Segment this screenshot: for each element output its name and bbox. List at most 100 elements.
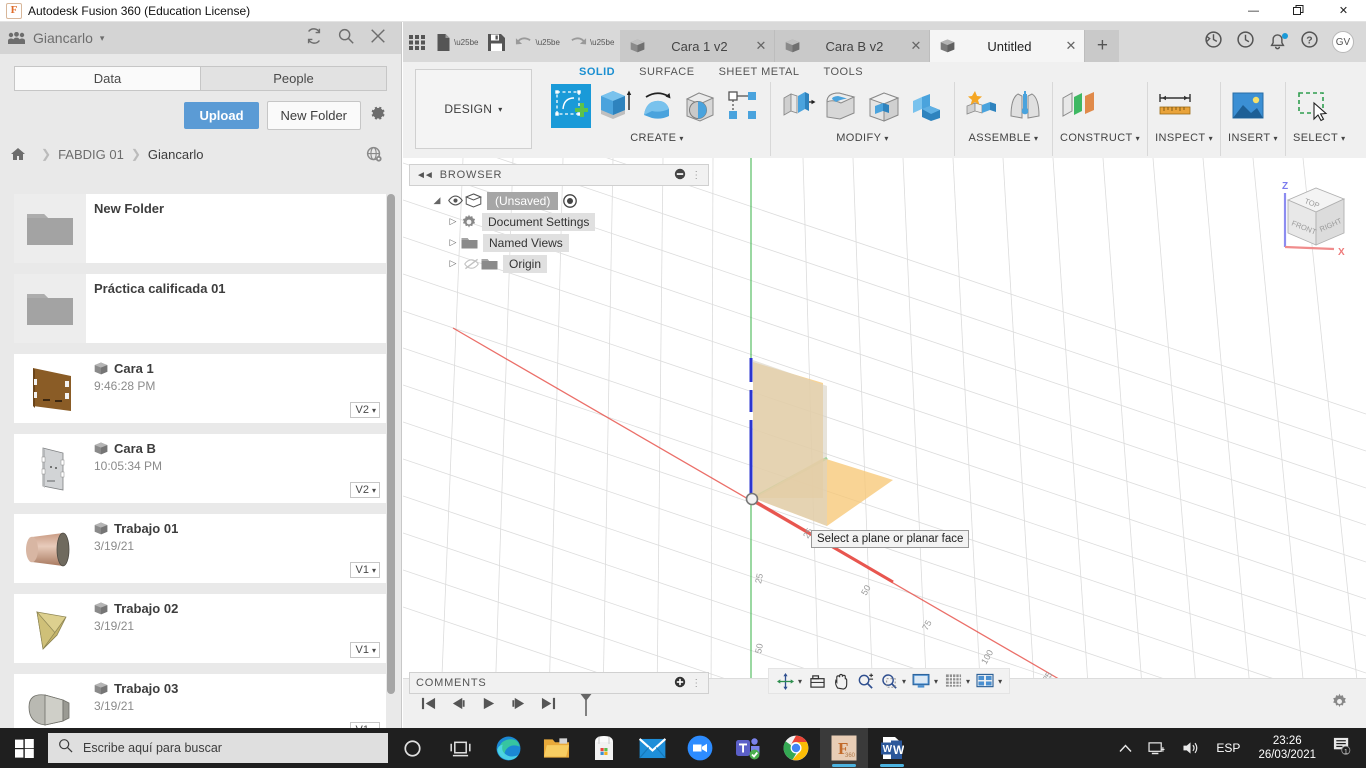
visibility-eye-icon[interactable] [445,195,465,206]
notification-center-icon[interactable]: 1 [1326,736,1362,760]
minimize-button[interactable]: — [1231,0,1276,22]
data-panel-scrollbar[interactable] [387,194,395,728]
start-button-icon[interactable] [0,728,48,768]
tray-clock[interactable]: 23:26 26/03/2021 [1248,734,1326,762]
zoom-icon[interactable] [854,670,876,692]
help-icon[interactable]: ? [1300,30,1319,54]
app-fusion360-icon[interactable]: F 360 [820,728,868,768]
offset-plane-icon[interactable] [1060,84,1100,128]
ribbon-tab-solid[interactable]: SOLID [567,66,627,78]
close-icon[interactable]: ✕ [1066,38,1077,54]
new-component-icon[interactable] [962,84,1002,128]
ribbon-group-label-modify[interactable]: MODIFY ▾ [778,132,947,144]
shell-icon[interactable] [864,84,904,128]
fillet-icon[interactable] [821,84,861,128]
close-icon[interactable]: ✕ [756,38,767,54]
grid-snap-icon[interactable] [942,670,964,692]
joint-icon[interactable] [1005,84,1045,128]
ribbon-group-label-inspect[interactable]: INSPECT ▾ [1155,132,1213,144]
viewports-layout-icon[interactable] [974,670,996,692]
hub-dropdown-caret[interactable]: ▾ [100,33,105,44]
expand-arrow-icon[interactable]: ▷ [445,258,461,269]
ribbon-group-label-select[interactable]: SELECT ▾ [1293,132,1346,144]
look-at-icon[interactable] [806,670,828,692]
app-file-explorer-icon[interactable] [532,728,580,768]
breadcrumb-folder[interactable]: Giancarlo [148,147,204,162]
display-dropdown-caret[interactable]: ▾ [934,677,940,686]
list-item[interactable]: Trabajo 03 3/19/21 V1▾ [14,674,386,728]
activate-component-icon[interactable] [563,193,578,208]
save-icon[interactable] [488,33,506,51]
cortana-icon[interactable] [388,728,436,768]
new-document-icon[interactable]: \u25be [436,33,478,51]
tab-people[interactable]: People [201,66,387,91]
list-item[interactable]: New Folder [14,194,386,263]
zoom-window-icon[interactable] [878,670,900,692]
expand-arrow-icon[interactable]: ▷ [445,216,461,227]
collapse-icon[interactable]: ◄◄ [416,170,434,181]
expand-arrow-icon[interactable]: ◢ [429,195,445,206]
ribbon-tab-sheet-metal[interactable]: SHEET METAL [707,66,812,78]
app-chrome-icon[interactable] [772,728,820,768]
combine-icon[interactable] [907,84,947,128]
redo-icon[interactable]: \u25be [570,35,614,50]
visibility-eye-hidden-icon[interactable] [461,258,481,270]
orbit-dropdown-caret[interactable]: ▾ [798,677,804,686]
create-sketch-icon[interactable] [551,84,591,128]
network-icon[interactable] [1140,728,1174,768]
document-tab-cara-1[interactable]: Cara 1 v2 ✕ [620,30,776,62]
pattern-icon[interactable] [723,84,763,128]
close-button[interactable]: ✕ [1321,0,1366,22]
undo-icon[interactable]: \u25be [515,35,560,50]
measure-icon[interactable] [1155,84,1195,128]
add-comment-icon[interactable] [674,676,686,691]
list-item[interactable]: Trabajo 01 3/19/21 V1 ▾ [14,514,386,583]
app-grid-icon[interactable] [409,34,426,51]
version-badge[interactable]: V2 ▾ [349,482,380,498]
pan-hand-icon[interactable] [830,670,852,692]
close-panel-icon[interactable] [369,27,387,50]
ribbon-group-label-construct[interactable]: CONSTRUCT ▾ [1060,132,1140,144]
document-tab-cara-b[interactable]: Cara B v2 ✕ [775,30,931,62]
browser-tree[interactable]: ◢ (Unsaved) ▷ Document Settings ▷ Named … [409,186,709,274]
avatar[interactable]: GV [1332,31,1354,53]
zoom-dropdown-caret[interactable]: ▾ [902,677,908,686]
version-badge[interactable]: V2 ▾ [349,402,380,418]
version-badge[interactable]: V1▾ [349,562,380,578]
list-item[interactable]: Práctica calificada 01 [14,274,386,343]
scrollbar-thumb[interactable] [387,194,395,694]
app-word-icon[interactable]: W W [868,728,916,768]
select-window-icon[interactable] [1293,84,1333,128]
workspace-switcher[interactable]: DESIGN ▾ [415,69,532,149]
list-item[interactable]: Cara B 10:05:34 PM V2 ▾ [14,434,386,503]
tree-node-named-views[interactable]: ▷ Named Views [409,232,709,253]
viewports-dropdown-caret[interactable]: ▾ [998,677,1004,686]
tray-language[interactable]: ESP [1208,741,1248,755]
gear-icon[interactable] [369,104,387,127]
refresh-icon[interactable] [305,27,323,50]
job-status-icon[interactable] [1204,30,1223,54]
breadcrumb-project[interactable]: FABDIG 01 [58,147,124,162]
ribbon-group-label-assemble[interactable]: ASSEMBLE ▾ [962,132,1045,144]
version-badge[interactable]: V1▾ [349,642,380,658]
volume-icon[interactable] [1174,728,1208,768]
3d-viewport[interactable]: 25 50 25 50 75 100 125 ◄◄ BROWSER ⋮ [403,158,1366,700]
orbit-icon[interactable] [774,670,796,692]
upload-button[interactable]: Upload [184,102,259,129]
close-icon[interactable]: ✕ [911,38,922,54]
search-icon[interactable] [337,27,355,50]
revolve-icon[interactable] [637,84,677,128]
tab-data[interactable]: Data [14,66,201,91]
timeline-settings-gear-icon[interactable] [1331,693,1356,715]
extrude-icon[interactable] [594,84,634,128]
taskbar-search-box[interactable]: Escribe aquí para buscar [48,733,388,763]
tree-node-origin[interactable]: ▷ Origin [409,253,709,274]
globe-icon[interactable] [366,146,387,163]
ribbon-group-label-create[interactable]: CREATE ▾ [551,132,763,144]
new-folder-button[interactable]: New Folder [266,101,361,130]
notifications-bell-icon[interactable] [1268,32,1288,52]
home-icon[interactable] [10,147,26,161]
view-cube[interactable]: Z X TOP FRONT RIGHT [1268,163,1354,264]
display-settings-icon[interactable] [910,670,932,692]
data-panel-item-list[interactable]: New Folder Práctica calificada 01 Cara 1… [14,194,386,728]
